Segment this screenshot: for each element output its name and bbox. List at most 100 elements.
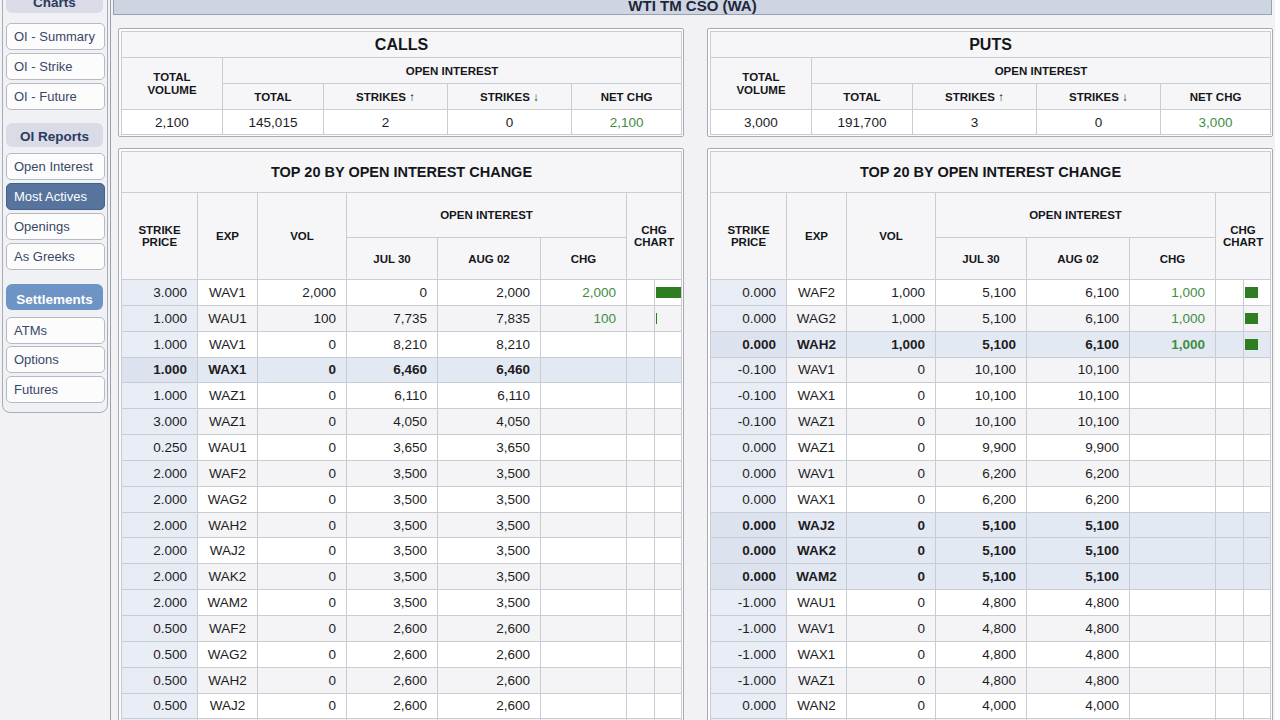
puts-total-volume: 3,000 xyxy=(711,110,812,135)
cell-oi-aug02: 4,000 xyxy=(1027,693,1130,719)
cell-oi-jul30: 4,800 xyxy=(936,615,1027,641)
sidebar-item-futures[interactable]: Futures xyxy=(6,376,105,403)
table-row: 2.000WAK203,5003,500 xyxy=(122,564,682,590)
cell-chart-pos xyxy=(655,615,682,641)
cell-strike-price: 0.000 xyxy=(711,564,787,590)
cell-exp: WAZ1 xyxy=(787,667,847,693)
cell-vol: 0 xyxy=(258,641,347,667)
cell-vol: 0 xyxy=(847,357,936,383)
cell-chart-pos xyxy=(1244,357,1271,383)
sidebar-item-oi-future[interactable]: OI - Future xyxy=(6,83,105,110)
cell-exp: WAZ1 xyxy=(198,409,258,435)
cell-vol: 0 xyxy=(847,383,936,409)
cell-chg: 100 xyxy=(541,305,627,331)
cell-chg xyxy=(541,641,627,667)
puts-net-chg: 3,000 xyxy=(1161,110,1271,135)
sidebar-item-most-actives[interactable]: Most Actives xyxy=(6,183,105,210)
puts-summary-panel: PUTS TOTAL VOLUME OPEN INTEREST TOTAL ST… xyxy=(707,28,1273,137)
cell-oi-jul30: 10,100 xyxy=(936,357,1027,383)
sidebar-item-as-greeks[interactable]: As Greeks xyxy=(6,243,105,270)
cell-chg xyxy=(1130,615,1216,641)
cell-chart-pos xyxy=(655,409,682,435)
cell-oi-jul30: 3,500 xyxy=(347,564,438,590)
puts-strikes-down: 0 xyxy=(1037,110,1161,135)
cell-chg xyxy=(541,486,627,512)
cell-oi-jul30: 4,050 xyxy=(347,409,438,435)
cell-exp: WAU1 xyxy=(198,305,258,331)
sidebar-item-atms[interactable]: ATMs xyxy=(6,317,105,344)
table-row: -1.000WAX104,8004,800 xyxy=(711,641,1271,667)
table-row: 0.500WAJ202,6002,600 xyxy=(122,693,682,719)
table-row: 1.000WAU11007,7357,835100 xyxy=(122,305,682,331)
sidebar-item-openings[interactable]: Openings xyxy=(6,213,105,240)
cell-chart-neg xyxy=(1216,590,1244,616)
sidebar-item-open-interest[interactable]: Open Interest xyxy=(6,153,105,180)
cell-chart-pos xyxy=(655,590,682,616)
cell-oi-jul30: 7,735 xyxy=(347,305,438,331)
cell-chart-neg xyxy=(1216,409,1244,435)
cell-oi-aug02: 2,600 xyxy=(438,693,541,719)
cell-strike-price: 0.000 xyxy=(711,693,787,719)
cell-strike-price: 3.000 xyxy=(122,409,198,435)
cell-chart-neg xyxy=(627,641,655,667)
cell-chart-pos xyxy=(655,383,682,409)
col-strikes-up: STRIKES ↑ xyxy=(324,84,448,110)
cell-strike-price: 0.000 xyxy=(711,305,787,331)
cell-strike-price: -0.100 xyxy=(711,409,787,435)
cell-strike-price: 2.000 xyxy=(122,512,198,538)
calls-strikes-up: 2 xyxy=(324,110,448,135)
cell-exp: WAX1 xyxy=(787,383,847,409)
col-strikes-down: STRIKES ↓ xyxy=(448,84,572,110)
cell-oi-aug02: 3,500 xyxy=(438,564,541,590)
col-strike-price: STRIKE PRICE xyxy=(711,193,787,280)
cell-chart-pos xyxy=(1244,641,1271,667)
cell-vol: 0 xyxy=(847,667,936,693)
cell-oi-aug02: 3,500 xyxy=(438,512,541,538)
cell-chart-neg xyxy=(627,615,655,641)
cell-exp: WAM2 xyxy=(787,564,847,590)
cell-strike-price: 0.000 xyxy=(711,435,787,461)
cell-strike-price: 0.500 xyxy=(122,615,198,641)
cell-oi-aug02: 3,650 xyxy=(438,435,541,461)
cell-vol: 0 xyxy=(258,383,347,409)
sidebar-item-options[interactable]: Options xyxy=(6,346,105,373)
col-total: TOTAL xyxy=(812,84,913,110)
cell-strike-price: 0.000 xyxy=(711,280,787,306)
sidebar-item-oi-summary[interactable]: OI - Summary xyxy=(6,23,105,50)
cell-chg xyxy=(541,383,627,409)
cell-vol: 0 xyxy=(258,357,347,383)
cell-chart-neg xyxy=(627,667,655,693)
cell-oi-jul30: 5,100 xyxy=(936,331,1027,357)
cell-exp: WAZ1 xyxy=(787,435,847,461)
cell-exp: WAV1 xyxy=(198,331,258,357)
cell-strike-price: -1.000 xyxy=(711,590,787,616)
cell-exp: WAV1 xyxy=(787,460,847,486)
cell-chart-pos xyxy=(1244,615,1271,641)
cell-strike-price: 0.500 xyxy=(122,641,198,667)
sidebar-item-oi-strike[interactable]: OI - Strike xyxy=(6,53,105,80)
table-row: 0.250WAU103,6503,650 xyxy=(122,435,682,461)
cell-strike-price: 2.000 xyxy=(122,486,198,512)
cell-exp: WAJ2 xyxy=(198,693,258,719)
cell-strike-price: 2.000 xyxy=(122,538,198,564)
cell-oi-jul30: 6,200 xyxy=(936,460,1027,486)
table-row: 1.000WAX106,4606,460 xyxy=(122,357,682,383)
cell-exp: WAU1 xyxy=(787,590,847,616)
cell-oi-aug02: 4,800 xyxy=(1027,667,1130,693)
title-bar: WTI TM CSO (WA) xyxy=(113,0,1272,15)
col-open-interest: OPEN INTEREST xyxy=(936,193,1216,238)
calls-summary-table: CALLS TOTAL VOLUME OPEN INTEREST TOTAL S… xyxy=(121,31,682,135)
col-chg-chart: CHG CHART xyxy=(1216,193,1271,280)
chg-bar xyxy=(656,313,657,324)
cell-exp: WAG2 xyxy=(198,641,258,667)
cell-strike-price: 0.250 xyxy=(122,435,198,461)
cell-chg xyxy=(1130,564,1216,590)
col-exp: EXP xyxy=(198,193,258,280)
table-row: -0.100WAV1010,10010,100 xyxy=(711,357,1271,383)
cell-oi-aug02: 10,100 xyxy=(1027,383,1130,409)
cell-strike-price: 0.000 xyxy=(711,486,787,512)
cell-chart-neg xyxy=(627,305,655,331)
cell-chg xyxy=(541,538,627,564)
cell-vol: 0 xyxy=(847,538,936,564)
cell-chart-pos xyxy=(1244,331,1271,357)
